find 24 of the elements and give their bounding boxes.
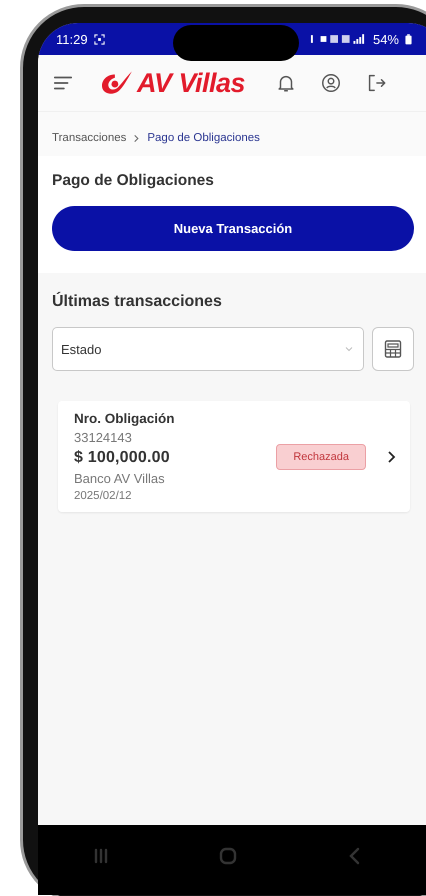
bank-name: Banco AV Villas <box>74 471 166 486</box>
breadcrumb-link[interactable]: Pago de Obligaciones <box>147 132 260 144</box>
transaction-amount: $ 100,000.00 <box>74 449 171 467</box>
new-transaction-button[interactable]: Nueva Transacción <box>52 206 414 251</box>
section-title: Últimas transacciones <box>52 293 223 311</box>
status-time: 11:29 <box>56 32 88 46</box>
breadcrumb-link[interactable]: Transacciones <box>52 132 126 144</box>
obligation-label: Nro. Obligación <box>74 411 176 426</box>
calculator-icon <box>383 339 403 359</box>
status-badge: Rechazada <box>276 444 366 470</box>
logo-wordmark: AV Villas <box>137 68 246 98</box>
battery-percent: 54% <box>372 32 399 46</box>
page-title: Pago de Obligaciones <box>52 172 215 190</box>
chevron-right-icon[interactable] <box>386 450 396 464</box>
signal-icons <box>308 33 367 45</box>
screenshot-icon <box>94 34 105 44</box>
obligation-number: 33124143 <box>74 430 133 445</box>
transaction-date: 2025/02/12 <box>74 490 133 502</box>
chevron-down-icon <box>344 344 354 354</box>
transaction-card[interactable]: Nro. Obligación 33124143 $ 100,000.00 Banco AV Villas 2025/02/12 Rechazada <box>58 401 410 512</box>
battery-icon <box>405 34 412 44</box>
chevron-right-icon <box>132 134 142 142</box>
user-profile-icon[interactable] <box>320 72 342 94</box>
status-dropdown[interactable]: Estado <box>52 327 364 371</box>
